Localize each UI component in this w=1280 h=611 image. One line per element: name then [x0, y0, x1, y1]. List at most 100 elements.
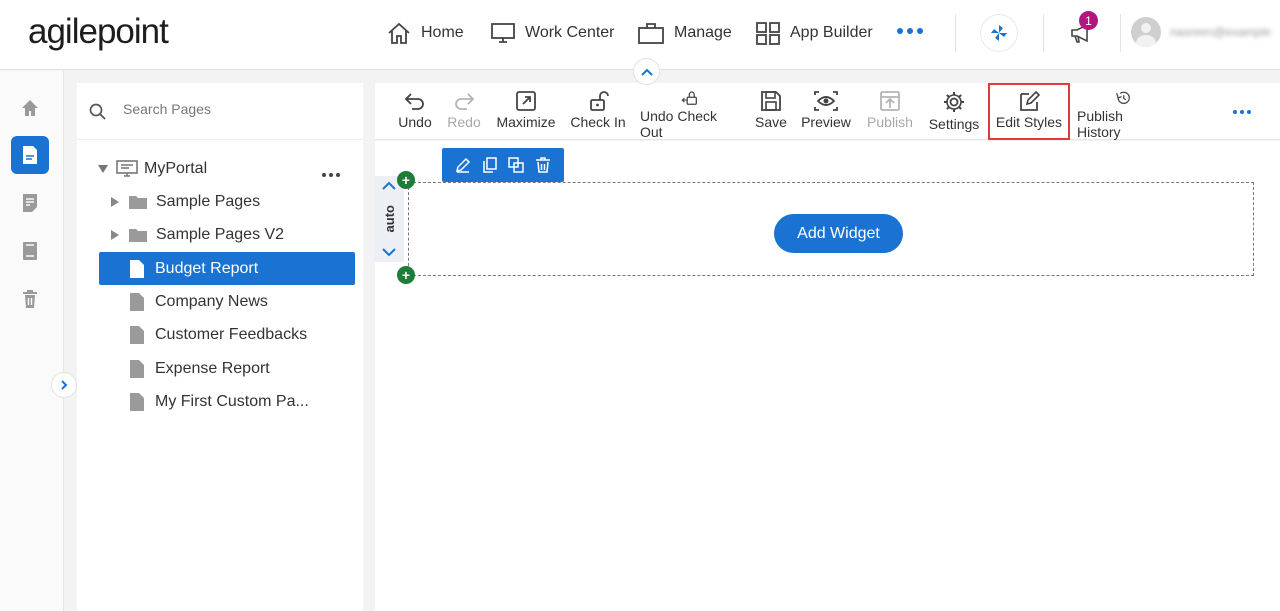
trash-icon	[23, 290, 37, 308]
check-in-label: Check In	[570, 114, 626, 130]
add-row-below-button[interactable]: +	[397, 266, 415, 284]
avatar[interactable]	[1131, 17, 1161, 47]
divider	[1043, 14, 1044, 52]
add-widget-button[interactable]: Add Widget	[774, 214, 903, 253]
portal-icon	[116, 159, 138, 177]
username[interactable]: nasreen@example	[1170, 25, 1271, 39]
caret-right-icon	[111, 196, 119, 207]
folder-icon	[129, 228, 147, 242]
tree-folder-sample-pages[interactable]: Sample Pages	[110, 185, 260, 218]
rail-library[interactable]	[11, 232, 49, 270]
settings-button[interactable]: Settings	[928, 83, 980, 140]
page-toolbar: Undo Redo Maximize Check In Undo Check O…	[375, 83, 1280, 140]
agilepoint-logo[interactable]: agilepoint	[28, 12, 169, 52]
briefcase-icon	[638, 23, 664, 44]
search-bar	[77, 83, 363, 140]
row-height-control[interactable]: auto	[374, 176, 404, 262]
undo-check-out-label: Undo Check Out	[640, 108, 718, 140]
duplicate-icon[interactable]	[508, 157, 524, 173]
nav-app-builder-label: App Builder	[790, 24, 873, 41]
rail-home[interactable]	[11, 89, 49, 127]
publish-button[interactable]: Publish	[865, 83, 915, 140]
nav-work-center[interactable]: Work Center	[490, 0, 615, 66]
nav-home[interactable]: Home	[386, 0, 464, 66]
copy-icon[interactable]	[482, 157, 498, 173]
undo-icon	[404, 93, 424, 110]
edit-icon[interactable]	[455, 157, 471, 173]
page-tree-panel: MyPortal Sample Pages Sample Pages V2 Bu…	[77, 83, 363, 611]
tree-page-company-news[interactable]: Company News	[129, 285, 268, 318]
more-horizontal-icon[interactable]	[897, 28, 923, 34]
tree-page-label: My First Custom Pa...	[155, 392, 309, 410]
monitor-icon	[491, 23, 515, 43]
undo-check-out-button[interactable]: Undo Check Out	[640, 83, 740, 140]
edit-styles-button[interactable]: Edit Styles	[988, 83, 1070, 140]
page-icon	[130, 259, 144, 278]
nav-work-center-label: Work Center	[525, 24, 615, 41]
tree-page-expense-report[interactable]: Expense Report	[129, 352, 270, 385]
row-height-label: auto	[381, 205, 397, 233]
nav-manage-label: Manage	[674, 24, 732, 41]
expand-rail-button[interactable]	[51, 372, 77, 398]
page-icon	[130, 359, 144, 378]
agilepoint-app-button[interactable]	[981, 15, 1017, 51]
page-icon	[130, 325, 144, 344]
chevron-up-icon[interactable]	[381, 181, 397, 191]
edit-styles-icon	[1020, 91, 1040, 111]
toolbar-more-icon[interactable]	[1233, 110, 1251, 114]
nav-home-label: Home	[421, 24, 464, 41]
rail-pages[interactable]	[11, 136, 49, 174]
tree-folder-sample-pages-v2[interactable]: Sample Pages V2	[110, 218, 284, 251]
notification-badge: 1	[1079, 11, 1098, 30]
undo-label: Undo	[398, 114, 432, 130]
home-icon	[388, 22, 410, 44]
row-action-toolbar	[442, 148, 564, 182]
preview-button[interactable]: Preview	[801, 83, 851, 140]
tree-page-customer-feedbacks[interactable]: Customer Feedbacks	[129, 318, 307, 351]
rail-trash[interactable]	[11, 280, 49, 318]
form-icon	[23, 194, 37, 212]
publish-history-button[interactable]: Publish History	[1077, 83, 1169, 140]
tree-root-more-icon[interactable]	[322, 173, 340, 177]
tree-root-myportal[interactable]: MyPortal	[97, 152, 207, 185]
folder-icon	[129, 195, 147, 209]
redo-label: Redo	[447, 114, 481, 130]
save-button[interactable]: Save	[753, 83, 789, 140]
tree-page-label: Company News	[155, 292, 268, 310]
nav-app-builder[interactable]: App Builder	[755, 0, 873, 66]
caret-down-icon	[98, 164, 108, 173]
check-in-button[interactable]: Check In	[570, 83, 626, 140]
maximize-label: Maximize	[496, 114, 556, 130]
tree-page-my-first-custom-page[interactable]: My First Custom Pa...	[129, 385, 309, 418]
maximize-button[interactable]: Maximize	[495, 83, 557, 140]
tree-page-label: Customer Feedbacks	[155, 325, 308, 343]
redo-button[interactable]: Redo	[444, 83, 484, 140]
add-row-above-button[interactable]: +	[397, 171, 415, 189]
grid-icon	[756, 22, 780, 45]
rail-forms[interactable]	[11, 184, 49, 222]
home-filled-icon	[22, 100, 38, 116]
pinwheel-icon	[991, 25, 1007, 41]
history-icon	[1116, 91, 1130, 105]
edit-styles-label: Edit Styles	[995, 114, 1063, 130]
tree-root-label: MyPortal	[144, 159, 208, 177]
book-icon	[23, 242, 37, 260]
delete-icon[interactable]	[535, 157, 551, 173]
publish-label: Publish	[867, 114, 913, 130]
unlock-icon	[590, 91, 609, 111]
tree-page-budget-report[interactable]: Budget Report	[99, 252, 355, 285]
redo-icon	[455, 93, 475, 110]
save-label: Save	[755, 114, 787, 130]
chevron-up-icon	[640, 68, 653, 76]
publish-history-label: Publish History	[1077, 108, 1123, 140]
collapse-header-button[interactable]	[633, 58, 660, 85]
page-icon	[130, 292, 144, 311]
search-pages-input[interactable]	[123, 101, 343, 117]
undo-button[interactable]: Undo	[395, 83, 435, 140]
chevron-right-icon	[61, 380, 68, 390]
nav-manage[interactable]: Manage	[637, 0, 732, 66]
search-icon	[89, 103, 106, 120]
chevron-down-icon[interactable]	[381, 247, 397, 257]
undo-lock-icon	[681, 91, 697, 105]
left-rail	[0, 71, 64, 611]
